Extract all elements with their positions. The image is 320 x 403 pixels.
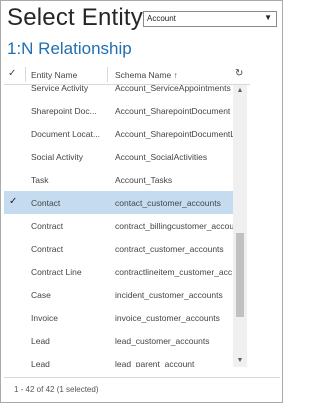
table-row[interactable]: Sharepoint Doc... Account_SharepointDocum… [4, 99, 236, 122]
vertical-scrollbar[interactable]: ▲ ▼ [233, 85, 247, 367]
table-row[interactable]: Lead lead_parent_account [4, 352, 236, 367]
cell-schema-name: Account_Tasks [115, 175, 173, 185]
cell-entity-name: Contract [31, 244, 64, 254]
cell-schema-name: Account_ServiceAppointments [115, 85, 231, 93]
column-divider [107, 67, 108, 82]
relationship-subtitle: 1:N Relationship [7, 39, 132, 58]
cell-schema-name: contract_billingcustomer_accou [115, 221, 235, 231]
cell-entity-name: Task [31, 175, 49, 185]
grid-rows-inner: Service Activity Account_ServiceAppointme… [4, 85, 236, 367]
cell-entity-name: Social Activity [31, 152, 83, 162]
cell-schema-name: incident_customer_accounts [115, 290, 223, 300]
table-row[interactable]: Task Account_Tasks [4, 168, 236, 191]
record-count-status: 1 - 42 of 42 (1 selected) [14, 385, 99, 394]
scrollbar-thumb[interactable] [236, 233, 244, 317]
table-row[interactable]: ✓ Contact contact_customer_accounts [4, 191, 236, 214]
scroll-down-icon[interactable]: ▼ [233, 355, 247, 367]
entity-select[interactable]: Account ▼ [143, 11, 277, 27]
cell-entity-name: Contract [31, 221, 64, 231]
cell-entity-name: Case [31, 290, 51, 300]
table-row[interactable]: Social Activity Account_SocialActivities [4, 145, 236, 168]
cell-entity-name: Service Activity [31, 85, 89, 93]
select-all-checkmark-icon[interactable]: ✓ [8, 68, 16, 79]
table-row[interactable]: Lead lead_customer_accounts [4, 329, 236, 352]
cell-entity-name: Contract Line [31, 267, 82, 277]
row-checkmark-icon[interactable]: ✓ [9, 196, 17, 207]
column-header-schema-name[interactable]: Schema Name ↑ [115, 70, 178, 80]
select-entity-dialog: Select Entity Account ▼ 1:N Relationship… [0, 0, 283, 403]
cell-entity-name: Invoice [31, 313, 58, 323]
arrow-up-icon: ↑ [173, 70, 178, 80]
cell-entity-name: Lead [31, 336, 50, 346]
table-row[interactable]: Document Locat... Account_SharepointDocum… [4, 122, 236, 145]
table-row[interactable]: Contract contract_customer_accounts [4, 237, 236, 260]
table-row[interactable]: Contract Line contractlineitem_customer_a… [4, 260, 236, 283]
table-row[interactable]: Invoice invoice_customer_accounts [4, 306, 236, 329]
table-row[interactable]: Service Activity Account_ServiceAppointme… [4, 85, 236, 99]
cell-schema-name: lead_parent_account [115, 359, 195, 367]
refresh-icon[interactable]: ↻ [235, 68, 243, 79]
cell-entity-name: Contact [31, 198, 61, 208]
scroll-up-icon[interactable]: ▲ [233, 85, 247, 97]
cell-entity-name: Lead [31, 359, 50, 367]
column-header-entity-name[interactable]: Entity Name [31, 70, 77, 80]
cell-schema-name: lead_customer_accounts [115, 336, 210, 346]
cell-schema-name: invoice_customer_accounts [115, 313, 220, 323]
cell-schema-name: Account_SocialActivities [115, 152, 208, 162]
cell-entity-name: Document Locat... [31, 129, 100, 139]
cell-schema-name: contractlineitem_customer_acc [115, 267, 233, 277]
cell-schema-name: contact_customer_accounts [115, 198, 221, 208]
column-divider [25, 67, 26, 82]
entity-select-value: Account [147, 14, 176, 23]
cell-entity-name: Sharepoint Doc... [31, 106, 97, 116]
grid-header: ✓ Entity Name Schema Name ↑ ↻ [4, 65, 250, 85]
entity-grid: ✓ Entity Name Schema Name ↑ ↻ Service Ac… [4, 65, 250, 367]
footer-divider [4, 377, 280, 378]
chevron-down-icon[interactable]: ▼ [264, 13, 272, 22]
cell-schema-name: Account_SharepointDocumentL [115, 129, 236, 139]
column-header-schema-label: Schema Name [115, 70, 172, 80]
cell-schema-name: contract_customer_accounts [115, 244, 224, 254]
page-title: Select Entity [7, 4, 143, 31]
table-row[interactable]: Case incident_customer_accounts [4, 283, 236, 306]
grid-rows: Service Activity Account_ServiceAppointme… [4, 85, 236, 367]
table-row[interactable]: Contract contract_billingcustomer_accou [4, 214, 236, 237]
cell-schema-name: Account_SharepointDocument [115, 106, 231, 116]
